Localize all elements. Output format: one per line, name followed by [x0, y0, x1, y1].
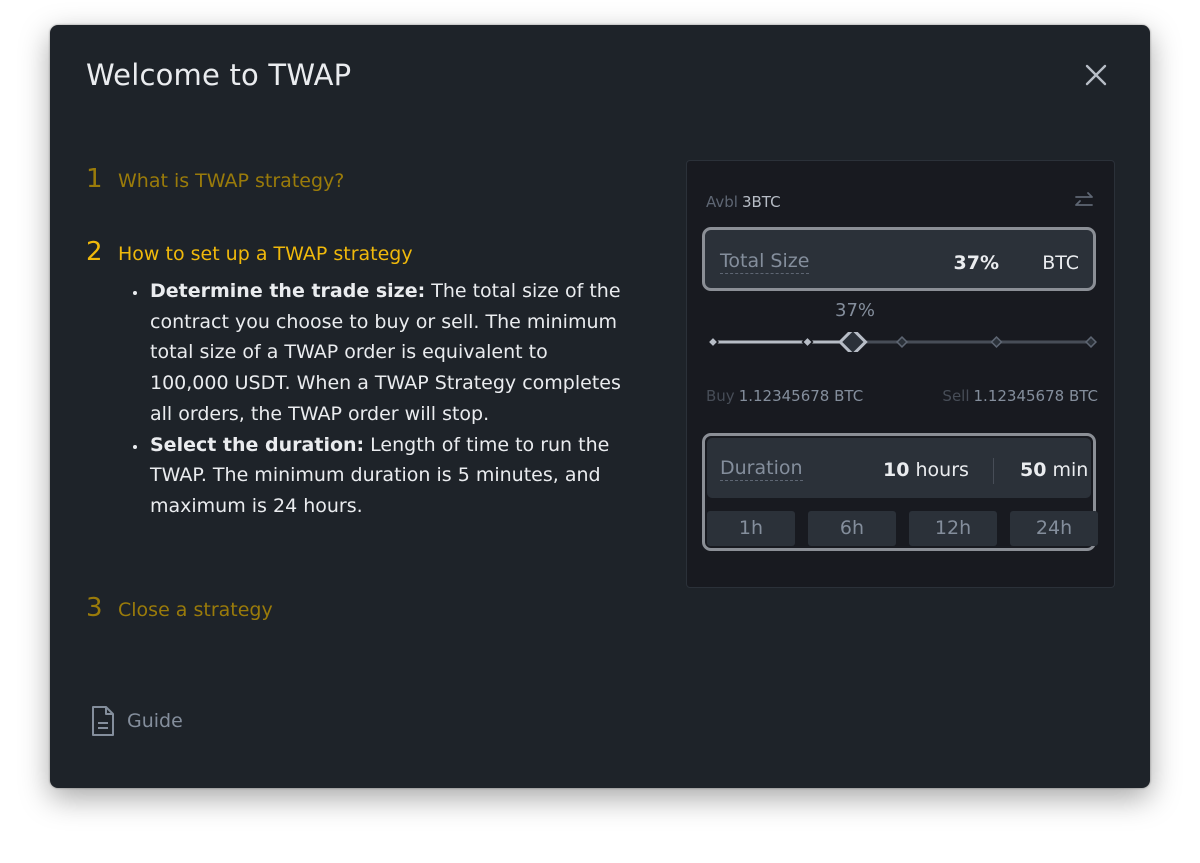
buy-amount: Buy 1.12345678 BTC: [706, 387, 863, 405]
step-title: What is TWAP strategy?: [118, 170, 345, 192]
available-label: Avbl: [706, 193, 738, 211]
setup-instructions-list: Determine the trade size: The total size…: [128, 276, 628, 522]
slider-step-mark[interactable]: [1084, 335, 1097, 349]
buy-value: 1.12345678 BTC: [738, 387, 864, 405]
slider-step-mark[interactable]: [707, 335, 720, 349]
duration-label: Duration: [720, 457, 803, 481]
close-button[interactable]: [1082, 61, 1110, 89]
available-balance: Avbl 3BTC: [706, 193, 781, 211]
step-number: 2: [86, 237, 103, 267]
preset-24h-button[interactable]: 24h: [1010, 511, 1098, 546]
preset-12h-button[interactable]: 12h: [909, 511, 997, 546]
minutes-unit: min: [1052, 459, 1089, 481]
step-title: Close a strategy: [118, 599, 273, 621]
modal-title: Welcome to TWAP: [86, 58, 352, 92]
document-icon: [92, 706, 114, 736]
step-what-is-twap[interactable]: 1 What is TWAP strategy?: [86, 164, 344, 194]
duration-input[interactable]: Duration 10 hours 50 min: [707, 438, 1091, 498]
hours-value: 10: [883, 459, 910, 481]
slider-thumb[interactable]: [838, 332, 868, 352]
sell-label: Sell: [942, 387, 970, 405]
total-size-unit: BTC: [1042, 252, 1079, 274]
hours-unit: hours: [915, 459, 969, 481]
slider-step-mark[interactable]: [801, 335, 814, 349]
duration-minutes[interactable]: 50 min: [1020, 459, 1088, 481]
list-item: Determine the trade size: The total size…: [148, 276, 628, 430]
duration-hours[interactable]: 10 hours: [883, 459, 969, 481]
guide-link[interactable]: Guide: [90, 705, 183, 737]
bullet-heading: Select the duration:: [150, 433, 365, 456]
step-how-to-set-up[interactable]: 2 How to set up a TWAP strategy: [86, 237, 413, 267]
slider-step-mark[interactable]: [895, 335, 909, 349]
swap-arrows-icon: [1075, 192, 1093, 206]
preset-1h-button[interactable]: 1h: [707, 511, 795, 546]
duration-divider: [993, 458, 994, 484]
duration-presets: 1h 6h 12h 24h: [707, 511, 1098, 546]
list-item: Select the duration: Length of time to r…: [148, 430, 628, 522]
guide-label: Guide: [127, 710, 183, 732]
sell-value: 1.12345678 BTC: [973, 387, 1098, 405]
sell-amount: Sell 1.12345678 BTC: [942, 387, 1098, 405]
close-icon: [1085, 64, 1107, 86]
swap-button[interactable]: [1073, 190, 1095, 216]
bullet-heading: Determine the trade size:: [150, 280, 426, 302]
size-slider[interactable]: [707, 332, 1097, 352]
minutes-value: 50: [1020, 459, 1047, 481]
preset-6h-button[interactable]: 6h: [808, 511, 896, 546]
duration-selector: Duration 10 hours 50 min 1h 6h 12h 24h: [702, 433, 1098, 551]
step-number: 1: [86, 164, 103, 194]
total-size-label: Total Size: [720, 250, 810, 274]
step-title: How to set up a TWAP strategy: [118, 243, 413, 265]
step-number: 3: [86, 593, 103, 623]
total-size-value: 37%: [953, 252, 999, 274]
step-close-strategy[interactable]: 3 Close a strategy: [86, 593, 273, 623]
slider-step-mark[interactable]: [990, 335, 1003, 349]
buy-label: Buy: [706, 387, 735, 405]
twap-order-panel: Avbl 3BTC Total Size 37% BTC 37% Buy 1.123…: [686, 160, 1115, 588]
total-size-input[interactable]: Total Size 37% BTC: [702, 227, 1096, 291]
available-value: 3BTC: [741, 193, 781, 211]
slider-percent-label: 37%: [835, 300, 876, 321]
twap-welcome-modal: Welcome to TWAP 1 What is TWAP strategy?…: [50, 25, 1150, 788]
